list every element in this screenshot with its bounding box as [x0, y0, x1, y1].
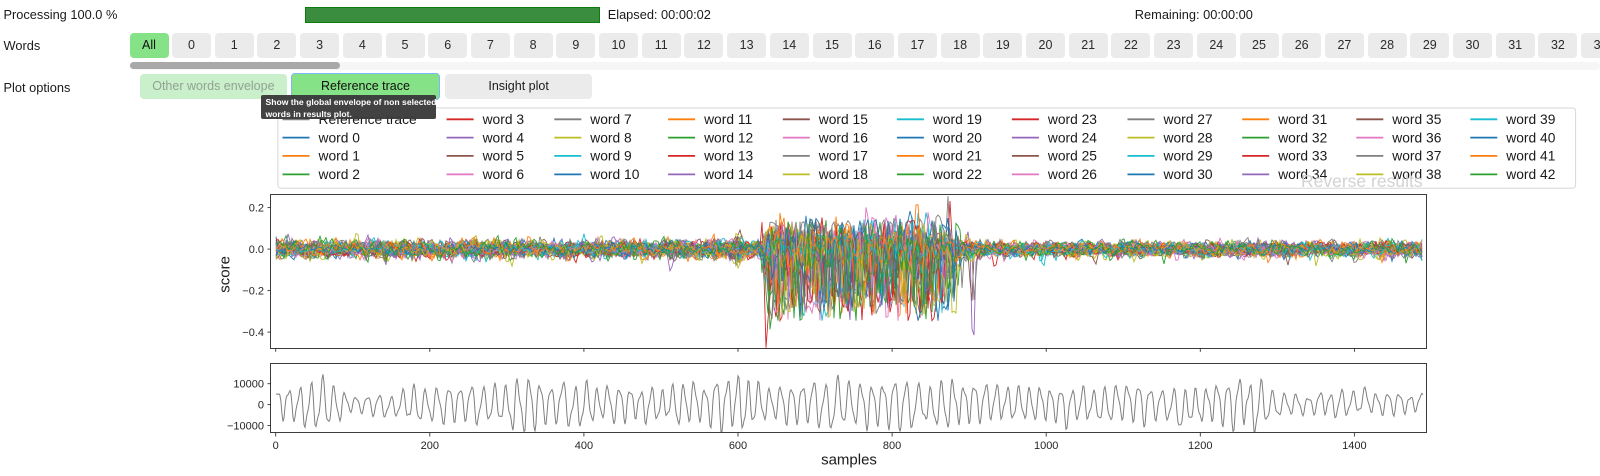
svg-text:word 31: word 31	[1277, 112, 1327, 127]
svg-text:word 42: word 42	[1505, 167, 1555, 182]
svg-text:word 18: word 18	[818, 167, 868, 182]
svg-text:word 35: word 35	[1391, 112, 1441, 127]
svg-text:word 10: word 10	[589, 167, 639, 182]
svg-text:word 2: word 2	[318, 167, 360, 182]
svg-text:word 26: word 26	[1047, 167, 1097, 182]
svg-text:word 1: word 1	[318, 149, 360, 164]
svg-text:word 40: word 40	[1505, 130, 1555, 145]
svg-text:0.2: 0.2	[249, 203, 264, 215]
svg-text:1400: 1400	[1342, 440, 1366, 452]
svg-text:word 4: word 4	[482, 130, 525, 145]
svg-text:600: 600	[729, 440, 747, 452]
svg-text:word 14: word 14	[703, 167, 753, 182]
svg-text:word 25: word 25	[1047, 149, 1097, 164]
svg-text:word 39: word 39	[1505, 112, 1555, 127]
svg-text:word 12: word 12	[703, 130, 753, 145]
svg-text:0.0: 0.0	[249, 244, 264, 256]
svg-text:word 11: word 11	[703, 112, 752, 127]
svg-text:word 21: word 21	[932, 149, 982, 164]
svg-text:word 32: word 32	[1277, 130, 1327, 145]
svg-text:word 33: word 33	[1277, 149, 1327, 164]
svg-text:400: 400	[575, 440, 593, 452]
svg-text:word 5: word 5	[482, 149, 525, 164]
svg-text:word 15: word 15	[818, 112, 868, 127]
svg-text:word 22: word 22	[932, 167, 982, 182]
svg-text:−0.4: −0.4	[242, 327, 264, 339]
svg-text:word 37: word 37	[1391, 149, 1441, 164]
svg-text:1000: 1000	[1034, 440, 1058, 452]
svg-text:word 7: word 7	[589, 112, 631, 127]
svg-text:word 29: word 29	[1163, 149, 1213, 164]
svg-text:word 9: word 9	[589, 149, 632, 164]
svg-text:word 41: word 41	[1505, 149, 1555, 164]
svg-text:−10000: −10000	[227, 420, 264, 432]
svg-text:word 3: word 3	[482, 112, 525, 127]
svg-text:1200: 1200	[1188, 440, 1212, 452]
svg-text:−0.2: −0.2	[242, 286, 264, 298]
svg-text:word 36: word 36	[1391, 130, 1441, 145]
svg-text:word 6: word 6	[482, 167, 525, 182]
svg-text:word 27: word 27	[1163, 112, 1213, 127]
svg-text:samples: samples	[821, 452, 877, 469]
svg-text:score: score	[217, 256, 234, 293]
svg-text:word 28: word 28	[1163, 130, 1213, 145]
svg-text:word 23: word 23	[1047, 112, 1097, 127]
svg-text:word 24: word 24	[1047, 130, 1097, 145]
svg-text:word 20: word 20	[932, 130, 982, 145]
svg-text:200: 200	[421, 440, 439, 452]
svg-text:0: 0	[273, 440, 279, 452]
svg-text:word 16: word 16	[818, 130, 868, 145]
svg-text:word 8: word 8	[589, 130, 632, 145]
svg-text:800: 800	[883, 440, 901, 452]
svg-text:Reverse results: Reverse results	[1301, 171, 1423, 191]
svg-text:0: 0	[258, 400, 264, 412]
svg-text:word 17: word 17	[818, 149, 868, 164]
svg-text:word 19: word 19	[932, 112, 982, 127]
svg-text:word 30: word 30	[1163, 167, 1213, 182]
svg-text:word 0: word 0	[318, 130, 361, 145]
svg-text:word 13: word 13	[703, 149, 753, 164]
svg-text:10000: 10000	[233, 379, 264, 391]
